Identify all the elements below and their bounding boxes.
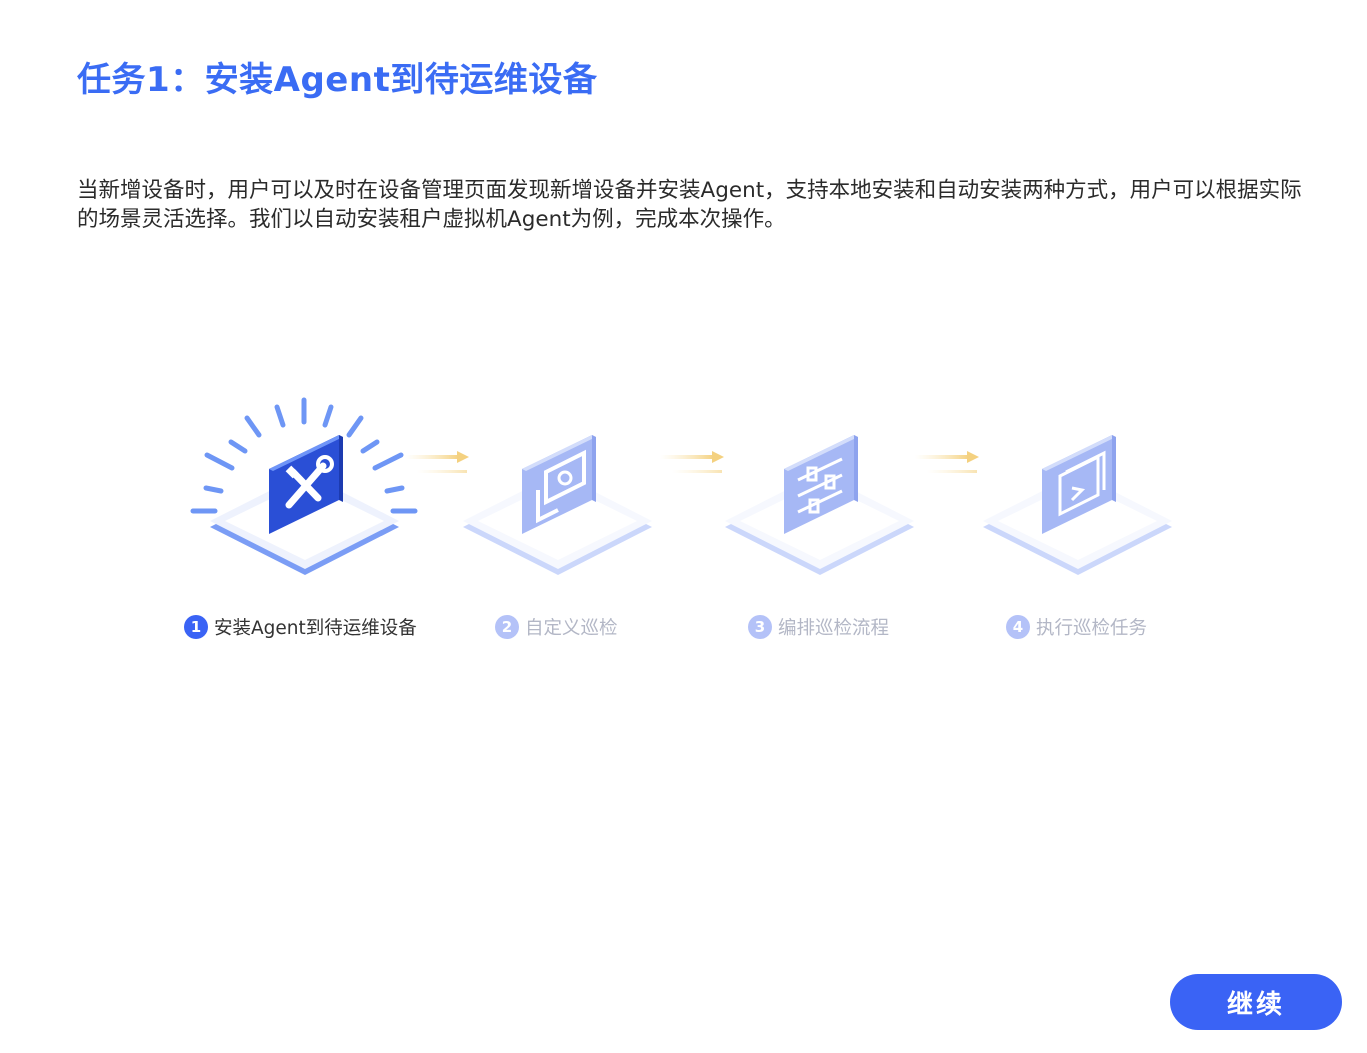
page-title: 任务1：安装Agent到待运维设备: [77, 60, 598, 100]
step-2-number-badge: 2: [495, 615, 519, 639]
step-3-label[interactable]: 3 编排巡检流程: [748, 614, 889, 640]
gear-window-icon: [463, 435, 652, 575]
steps-flow: 1 安装Agent到待运维设备 2 自定义巡检 3 编排巡检流程 4 执行巡检任…: [0, 370, 1367, 670]
step-1-label[interactable]: 1 安装Agent到待运维设备: [184, 614, 417, 640]
step-4-number-badge: 4: [1006, 615, 1030, 639]
terminal-icon: [983, 435, 1172, 575]
step-1-illustration: [185, 380, 425, 580]
step-2-label[interactable]: 2 自定义巡检: [495, 614, 618, 640]
step-1-number-badge: 1: [184, 615, 208, 639]
continue-button[interactable]: 继续: [1170, 974, 1342, 1030]
step-1-text: 安装Agent到待运维设备: [214, 618, 417, 639]
step-4-illustration: [958, 380, 1198, 580]
wrench-screwdriver-icon: [190, 397, 418, 575]
step-3-text: 编排巡检流程: [778, 618, 890, 639]
step-3-illustration: [700, 380, 940, 580]
sliders-icon: [725, 435, 914, 575]
step-2-illustration: [438, 380, 678, 580]
step-2-text: 自定义巡检: [525, 618, 618, 639]
step-4-text: 执行巡检任务: [1036, 618, 1148, 639]
page-description: 当新增设备时，用户可以及时在设备管理页面发现新增设备并安装Agent，支持本地安…: [77, 178, 1302, 232]
step-4-label[interactable]: 4 执行巡检任务: [1006, 614, 1147, 640]
step-3-number-badge: 3: [748, 615, 772, 639]
